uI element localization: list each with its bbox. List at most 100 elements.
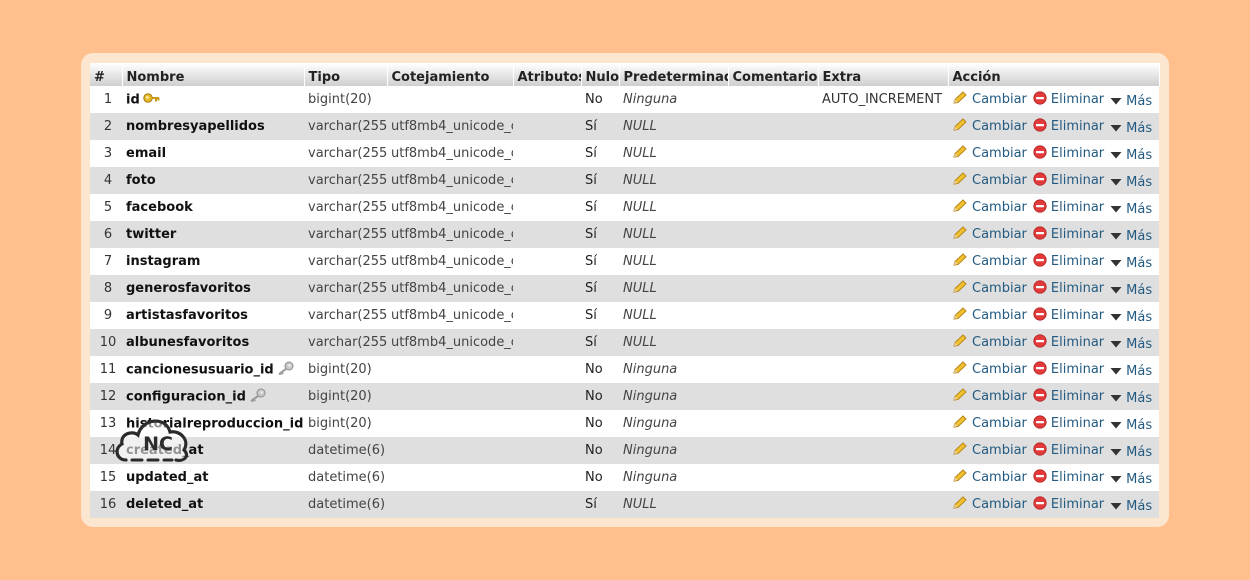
table-row[interactable]: 7 instagram varchar(255) utf8mb4_unicode_ci… <box>90 248 1159 275</box>
more-button[interactable]: Más <box>1110 148 1152 163</box>
drop-button[interactable]: Eliminar <box>1033 306 1104 325</box>
column-collation: utf8mb4_unicode_ci <box>387 329 513 356</box>
table-row[interactable]: 5 facebook varchar(255) utf8mb4_unicode_ci S… <box>90 194 1159 221</box>
more-button[interactable]: Más <box>1110 418 1152 433</box>
change-button[interactable]: Cambiar <box>952 468 1027 487</box>
index-key-icon <box>249 388 266 406</box>
drop-button[interactable]: Eliminar <box>1033 90 1104 109</box>
table-row[interactable]: 15 updated_at datetime(6) No Ninguna Cambiar E… <box>90 464 1159 491</box>
column-type: varchar(255) <box>304 167 387 194</box>
drop-button[interactable]: Eliminar <box>1033 252 1104 271</box>
change-button[interactable]: Cambiar <box>952 144 1027 163</box>
more-button[interactable]: Más <box>1110 310 1152 325</box>
more-button[interactable]: Más <box>1110 445 1152 460</box>
more-label: Más <box>1126 201 1153 217</box>
col-header-collation[interactable]: Cotejamiento <box>387 63 514 86</box>
drop-button[interactable]: Eliminar <box>1033 279 1104 298</box>
column-name-cell: artistasfavoritos <box>122 302 304 329</box>
col-header-default[interactable]: Predeterminado <box>619 63 729 86</box>
change-button[interactable]: Cambiar <box>952 333 1027 352</box>
table-row[interactable]: 14created_atdatetime(6)NoNingunaCambiarE… <box>90 437 1159 464</box>
change-button[interactable]: Cambiar <box>952 90 1027 109</box>
drop-button[interactable]: Eliminar <box>1033 225 1104 244</box>
drop-button[interactable]: Eliminar <box>1033 495 1104 514</box>
col-header-comments[interactable]: Comentarios <box>728 63 819 86</box>
column-extra <box>818 383 948 410</box>
table-row[interactable]: 12 configuracion_id bigint(20) No Ninguna Cam… <box>90 383 1159 410</box>
drop-button[interactable]: Eliminar <box>1033 441 1104 460</box>
column-null: Sí <box>581 491 619 518</box>
change-label: Cambiar <box>972 92 1027 107</box>
column-actions: Cambiar Eliminar Más <box>948 86 1159 113</box>
more-button[interactable]: Más <box>1110 472 1152 487</box>
change-button[interactable]: Cambiar <box>952 360 1027 379</box>
change-label: Cambiar <box>972 146 1027 161</box>
column-comments <box>728 437 818 464</box>
drop-button[interactable]: Eliminar <box>1033 117 1104 136</box>
more-button[interactable]: Más <box>1110 256 1152 271</box>
change-button[interactable]: Cambiar <box>952 279 1027 298</box>
delete-icon <box>1033 171 1047 190</box>
table-row[interactable]: 8 generosfavoritos varchar(255) utf8mb4_uni… <box>90 275 1159 302</box>
more-button[interactable]: Más <box>1110 94 1152 109</box>
change-button[interactable]: Cambiar <box>952 225 1027 244</box>
column-extra <box>818 194 948 221</box>
col-header-null[interactable]: Nulo <box>581 63 620 86</box>
change-button[interactable]: Cambiar <box>952 414 1027 433</box>
column-extra <box>818 329 948 356</box>
drop-button[interactable]: Eliminar <box>1033 333 1104 352</box>
col-header-name[interactable]: Nombre <box>122 63 305 86</box>
change-button[interactable]: Cambiar <box>952 171 1027 190</box>
drop-button[interactable]: Eliminar <box>1033 468 1105 487</box>
change-button[interactable]: Cambiar <box>952 252 1027 271</box>
column-extra <box>818 221 948 248</box>
change-button[interactable]: Cambiar <box>952 495 1027 514</box>
drop-label: Eliminar <box>1050 470 1105 485</box>
drop-button[interactable]: Eliminar <box>1033 360 1104 379</box>
column-default: Ninguna <box>619 410 728 437</box>
more-button[interactable]: Más <box>1110 337 1152 352</box>
change-button[interactable]: Cambiar <box>952 387 1027 406</box>
table-row[interactable]: 10 albunesfavoritos varchar(255) utf8mb4_un… <box>90 329 1159 356</box>
pencil-icon <box>952 360 968 379</box>
table-row[interactable]: 16 deleted_at datetime(6) Sí NULL Cambiar Elim… <box>90 491 1159 518</box>
table-row[interactable]: 13 historialreproduccion_id bigint(20) No Ni… <box>90 410 1159 437</box>
drop-label: Eliminar <box>1050 146 1105 161</box>
drop-button[interactable]: Eliminar <box>1033 414 1104 433</box>
table-row[interactable]: 9 artistasfavoritos varchar(255) utf8mb4_un… <box>90 302 1159 329</box>
change-button[interactable]: Cambiar <box>952 441 1027 460</box>
col-header-attributes[interactable]: Atributos <box>513 63 582 86</box>
more-button[interactable]: Más <box>1110 229 1152 244</box>
change-button[interactable]: Cambiar <box>952 198 1027 217</box>
change-label: Cambiar <box>972 281 1027 296</box>
more-button[interactable]: Más <box>1110 175 1152 190</box>
drop-button[interactable]: Eliminar <box>1033 387 1104 406</box>
more-button[interactable]: Más <box>1110 202 1152 217</box>
column-collation: utf8mb4_unicode_ci <box>387 221 513 248</box>
col-header-extra[interactable]: Extra <box>818 63 949 86</box>
more-button[interactable]: Más <box>1110 283 1152 298</box>
col-header-type[interactable]: Tipo <box>304 63 388 86</box>
table-row[interactable]: 1 id bigint(20) No Ninguna AUTO_INCREMENT Camb… <box>90 86 1159 113</box>
watermark-cloud-icon: NC <box>115 419 188 462</box>
drop-button[interactable]: Eliminar <box>1033 144 1105 163</box>
column-collation <box>387 437 513 464</box>
table-row[interactable]: 2 nombresyapellidos varchar(255) utf8mb4_un… <box>90 113 1159 140</box>
drop-button[interactable]: Eliminar <box>1033 198 1104 217</box>
more-label: Más <box>1126 228 1153 244</box>
column-comments <box>728 329 818 356</box>
more-button[interactable]: Más <box>1110 391 1152 406</box>
more-button[interactable]: Más <box>1110 121 1152 136</box>
column-extra <box>818 437 948 464</box>
more-label: Más <box>1126 174 1153 190</box>
more-button[interactable]: Más <box>1110 499 1152 514</box>
change-button[interactable]: Cambiar <box>952 117 1027 136</box>
table-row[interactable]: 3 email varchar(255) utf8mb4_unicode_ci Sí NU… <box>90 140 1159 167</box>
table-row[interactable]: 4 foto varchar(255) utf8mb4_unicode_ci Sí NUL… <box>90 167 1159 194</box>
change-button[interactable]: Cambiar <box>952 306 1027 325</box>
table-row[interactable]: 11 cancionesusuario_id bigint(20) No Ninguna… <box>90 356 1159 383</box>
more-button[interactable]: Más <box>1110 364 1152 379</box>
table-row[interactable]: 6 twitter varchar(255) utf8mb4_unicode_ci Sí… <box>90 221 1159 248</box>
column-null: No <box>581 437 619 464</box>
drop-button[interactable]: Eliminar <box>1033 171 1104 190</box>
